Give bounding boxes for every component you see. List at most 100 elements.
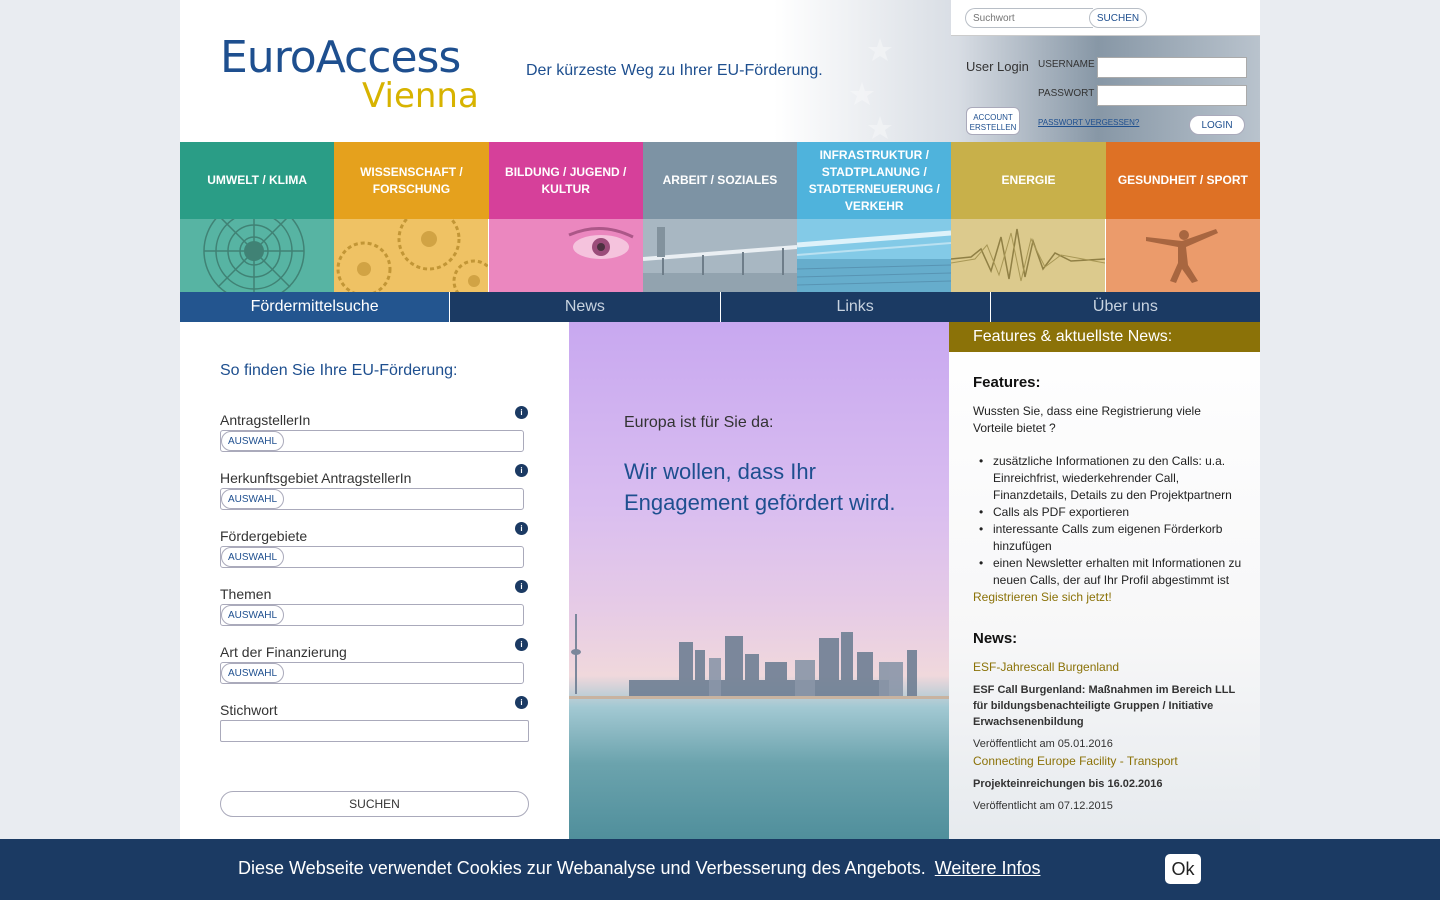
category-label: WISSENSCHAFT / FORSCHUNG (334, 142, 489, 219)
info-icon[interactable]: i (515, 580, 528, 593)
cookie-text: Diese Webseite verwendet Cookies zur Web… (238, 858, 926, 878)
news-description: Projekteinreichungen bis 16.02.2016 (973, 778, 1163, 790)
info-icon[interactable]: i (515, 522, 528, 535)
forgot-password-link[interactable]: PASSWORT VERGESSEN? (1038, 118, 1139, 127)
news-heading: News: (973, 630, 1018, 647)
category-tiles: UMWELT / KLIMA WISSENSCHAFT / FORSCHUNG (180, 142, 1260, 292)
tagline: Der kürzeste Weg zu Ihrer EU-Förderung. (526, 62, 823, 79)
cookie-banner: Diese Webseite verwendet Cookies zur Web… (0, 839, 1440, 900)
password-label: PASSWORT (1038, 88, 1095, 99)
search-button[interactable]: SUCHEN (1089, 8, 1147, 28)
auswahl-button[interactable]: AUSWAHL (221, 605, 284, 625)
features-heading: Features: (973, 374, 1041, 391)
field-herkunftsgebiet: Herkunftsgebiet AntragstellerIn i AUSWAH… (220, 464, 530, 510)
hero-headline: Wir wollen, dass Ihr Engagement geförder… (624, 459, 896, 515)
username-field[interactable] (1097, 57, 1247, 78)
hero-intro: Europa ist für Sie da: (624, 414, 774, 431)
info-icon[interactable]: i (515, 696, 528, 709)
login-box: User Login USERNAME PASSWORT ACCOUNT ERS… (951, 37, 1260, 142)
category-label: ARBEIT / SOZIALES (642, 142, 798, 219)
info-icon[interactable]: i (515, 464, 528, 477)
field-foerdergebiete: Fördergebiete i AUSWAHL (220, 522, 530, 568)
field-label: Art der Finanzierung (220, 644, 347, 660)
field-label: Fördergebiete (220, 528, 308, 544)
field-themen: Themen i AUSWAHL (220, 580, 530, 626)
select-field[interactable]: AUSWAHL (220, 662, 524, 684)
category-label: GESUNDHEIT / SPORT (1105, 142, 1260, 219)
list-item: zusätzliche Informationen zu den Calls: … (977, 453, 1243, 504)
hero-banner: Europa ist für Sie da: Wir wollen, dass … (569, 322, 949, 842)
news-item: Connecting Europe Facility - Transport P… (973, 753, 1243, 815)
eye-image (488, 219, 643, 292)
cookie-more-info-link[interactable]: Weitere Infos (935, 858, 1041, 878)
auswahl-button[interactable]: AUSWAHL (221, 431, 284, 451)
sidebar-body: Features: Wussten Sie, dass eine Registr… (973, 374, 1243, 815)
field-label: AntragstellerIn (220, 412, 311, 428)
field-stichwort: Stichwort i (220, 696, 530, 742)
nav-links[interactable]: Links (721, 292, 991, 322)
field-art-der-finanzierung: Art der Finanzierung i AUSWAHL (220, 638, 530, 684)
category-energie[interactable]: ENERGIE (951, 142, 1106, 292)
vienna-skyline-image (569, 614, 949, 699)
logo-vienna-text: Vienna (362, 76, 479, 116)
gears-image (334, 207, 489, 292)
search-input[interactable] (965, 8, 1093, 28)
nav-news[interactable]: News (450, 292, 721, 322)
list-item: einen Newsletter erhalten mit Informatio… (977, 555, 1243, 589)
category-label: ENERGIE (951, 142, 1106, 219)
category-bildung-jugend-kultur[interactable]: BILDUNG / JUGEND / KULTUR (488, 142, 643, 292)
news-date: Veröffentlicht am 07.12.2015 (973, 800, 1113, 812)
highway-image (797, 219, 952, 292)
category-label: BILDUNG / JUGEND / KULTUR (488, 142, 643, 219)
auswahl-button[interactable]: AUSWAHL (221, 547, 284, 567)
field-label: Themen (220, 586, 272, 602)
eu-stars-decoration (850, 38, 892, 139)
select-field[interactable]: AUSWAHL (220, 488, 524, 510)
category-arbeit-soziales[interactable]: ARBEIT / SOZIALES (642, 142, 798, 292)
category-label: INFRASTRUKTUR / STADTPLANUNG / STADTERNE… (797, 142, 952, 219)
field-label: Herkunftsgebiet AntragstellerIn (220, 470, 412, 486)
select-field[interactable]: AUSWAHL (220, 546, 524, 568)
info-icon[interactable]: i (515, 406, 528, 419)
select-field[interactable]: AUSWAHL (220, 430, 524, 452)
cookie-ok-button[interactable]: Ok (1165, 854, 1201, 884)
auswahl-button[interactable]: AUSWAHL (221, 489, 284, 509)
news-item: ESF-Jahrescall Burgenland ESF Call Burge… (973, 659, 1243, 753)
category-umwelt-klima[interactable]: UMWELT / KLIMA (180, 142, 335, 292)
stichwort-input[interactable] (220, 720, 529, 742)
list-item: Calls als PDF exportieren (977, 504, 1243, 521)
username-label: USERNAME (1038, 59, 1095, 70)
register-link[interactable]: Registrieren Sie sich jetzt! (973, 590, 1112, 604)
search-submit-button[interactable]: SUCHEN (220, 791, 529, 817)
category-wissenschaft-forschung[interactable]: WISSENSCHAFT / FORSCHUNG (334, 142, 489, 292)
features-list: zusätzliche Informationen zu den Calls: … (977, 453, 1243, 589)
field-label: Stichwort (220, 702, 278, 718)
search-box: SUCHEN (951, 0, 1260, 36)
category-label: UMWELT / KLIMA (180, 142, 335, 219)
category-gesundheit-sport[interactable]: GESUNDHEIT / SPORT (1105, 142, 1260, 292)
euroaccess-logo[interactable]: EuroAccess Vienna (220, 32, 500, 122)
create-account-button[interactable]: ACCOUNT ERSTELLEN (966, 107, 1020, 135)
news-title-link[interactable]: Connecting Europe Facility - Transport (973, 754, 1178, 768)
dancer-image (1105, 219, 1260, 292)
category-infrastruktur-verkehr[interactable]: INFRASTRUKTUR / STADTPLANUNG / STADTERNE… (797, 142, 952, 292)
features-news-sidebar: Features & aktuellste News: Features: Wu… (949, 322, 1260, 842)
fan-image (180, 200, 334, 292)
list-item: interessante Calls zum eigenen Förderkor… (977, 521, 1243, 555)
nav-foerdermittelsuche[interactable]: Fördermittelsuche (180, 292, 451, 322)
bridge-image (642, 219, 797, 292)
news-description: ESF Call Burgenland: Maßnahmen im Bereic… (973, 684, 1236, 728)
nav-ueber-uns[interactable]: Über uns (991, 292, 1260, 322)
login-title: User Login (966, 59, 1029, 74)
field-antragstellerin: AntragstellerIn i AUSWAHL (220, 406, 530, 452)
auswahl-button[interactable]: AUSWAHL (221, 663, 284, 683)
news-title-link[interactable]: ESF-Jahrescall Burgenland (973, 660, 1119, 674)
info-icon[interactable]: i (515, 638, 528, 651)
page: EuroAccess Vienna Der kürzeste Weg zu Ih… (180, 0, 1260, 900)
form-title: So finden Sie Ihre EU-Förderung: (220, 362, 458, 379)
main-nav: Fördermittelsuche News Links Über uns (180, 292, 1260, 322)
select-field[interactable]: AUSWAHL (220, 604, 524, 626)
login-button[interactable]: LOGIN (1189, 115, 1245, 135)
funding-search-form: So finden Sie Ihre EU-Förderung: Antrags… (180, 322, 569, 842)
password-field[interactable] (1097, 85, 1247, 106)
